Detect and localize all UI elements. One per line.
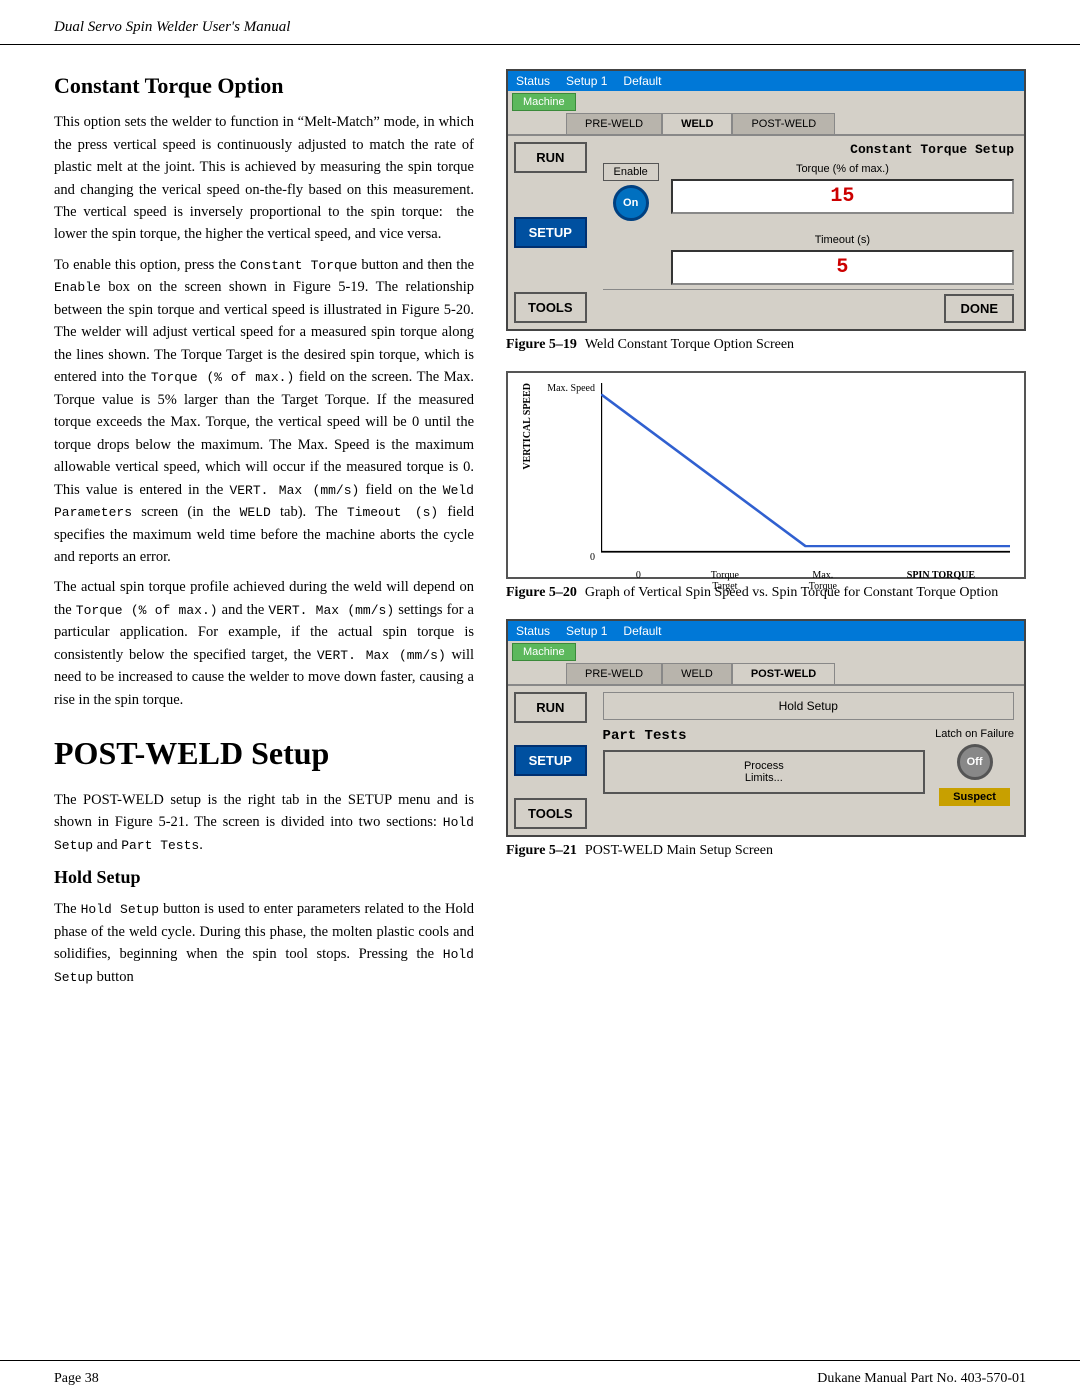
x-torque-target-label: TorqueTarget	[711, 570, 739, 592]
topbar-default: Default	[623, 74, 661, 88]
topbar21-default: Default	[623, 624, 661, 638]
machine-button[interactable]: Machine	[512, 93, 576, 111]
x-spin-torque-label: SPIN TORQUE	[907, 570, 975, 592]
topbar-setup: Setup 1	[566, 74, 607, 88]
constant-torque-para-2: To enable this option, press the Constan…	[54, 254, 474, 569]
screen-tabs: PRE-WELD WELD POST-WELD	[508, 113, 1024, 136]
hold-setup-para: The Hold Setup button is used to enter p…	[54, 898, 474, 988]
figure-21-caption: Figure 5–21 POST-WELD Main Setup Screen	[506, 843, 1026, 859]
run21-button[interactable]: RUN	[514, 692, 587, 723]
process-limits-button[interactable]: ProcessLimits...	[603, 750, 926, 794]
torque-value[interactable]: 15	[671, 179, 1014, 214]
topbar-status: Status	[516, 74, 550, 88]
suspect-badge: Suspect	[939, 788, 1010, 806]
screen21-main: Hold Setup Part Tests ProcessLimits...	[593, 686, 1024, 835]
left-nav-buttons: RUN SETUP TOOLS	[508, 136, 593, 329]
y-zero-label: 0	[590, 552, 595, 563]
tab21-preweld[interactable]: PRE-WELD	[566, 663, 662, 684]
y-labels: Max. Speed 0	[541, 383, 601, 563]
latch-label: Latch on Failure	[935, 728, 1014, 740]
constant-torque-para-3: The actual spin torque profile achieved …	[54, 576, 474, 711]
figure-21-container: Status Setup 1 Default Machine PRE-WELD …	[506, 619, 1026, 859]
x-zero-label: 0	[636, 570, 641, 592]
left-column: Constant Torque Option This option sets …	[54, 69, 474, 996]
fig19-num: Figure 5–19	[506, 337, 577, 353]
enable-circle[interactable]: On	[613, 185, 649, 221]
footer-right: Dukane Manual Part No. 403-570-01	[817, 1371, 1026, 1387]
y-axis-section: VERTICAL SPEED	[522, 383, 541, 563]
figure-20-container: VERTICAL SPEED Max. Speed 0	[506, 371, 1026, 601]
enable-box: Enable On	[603, 163, 659, 221]
x-max-torque-label: Max.Torque	[809, 570, 837, 592]
y-axis-title: VERTICAL SPEED	[522, 383, 533, 470]
chart-area: VERTICAL SPEED Max. Speed 0	[522, 383, 1010, 563]
chart-plot: 0 TorqueTarget Max.Torque SPIN TORQUE	[601, 383, 1010, 563]
latch-section: Latch on Failure Off Suspect	[935, 728, 1014, 806]
figure-19-container: Status Setup 1 Default Machine PRE-WELD …	[506, 69, 1026, 353]
part-tests-section: Part Tests ProcessLimits... Latch on Fai…	[603, 728, 1014, 806]
x-labels: 0 TorqueTarget Max.Torque SPIN TORQUE	[601, 570, 1010, 592]
screen-title: Constant Torque Setup	[603, 142, 1014, 157]
fig21-text: POST-WELD Main Setup Screen	[585, 843, 773, 859]
tab21-weld[interactable]: WELD	[662, 663, 732, 684]
latch-circle[interactable]: Off	[957, 744, 993, 780]
hold-setup-button[interactable]: Hold Setup	[603, 692, 1014, 720]
done-button[interactable]: DONE	[944, 294, 1014, 323]
page-header: Dual Servo Spin Welder User's Manual	[0, 0, 1080, 45]
screen21-topbar: Status Setup 1 Default	[508, 621, 1024, 641]
fig20-num: Figure 5–20	[506, 585, 577, 601]
left21-nav-buttons: RUN SETUP TOOLS	[508, 686, 593, 835]
figure-19-screen: Status Setup 1 Default Machine PRE-WELD …	[506, 69, 1026, 331]
screen21-body-area: RUN SETUP TOOLS Hold Setup Part T	[508, 686, 1024, 835]
right-column: Status Setup 1 Default Machine PRE-WELD …	[506, 69, 1026, 996]
y-max-label: Max. Speed	[547, 383, 595, 394]
hold-setup-heading: Hold Setup	[54, 864, 474, 892]
screen21-tabs: PRE-WELD WELD POST-WELD	[508, 663, 1024, 686]
screen-body-area: RUN SETUP TOOLS Constant Torque Setup En…	[508, 136, 1024, 329]
figure-20-chart: VERTICAL SPEED Max. Speed 0	[506, 371, 1026, 579]
machine21-button[interactable]: Machine	[512, 643, 576, 661]
enable-label[interactable]: Enable	[603, 163, 659, 181]
tab-weld[interactable]: WELD	[662, 113, 732, 134]
chart-svg	[601, 383, 1010, 563]
constant-torque-para-1: This option sets the welder to function …	[54, 111, 474, 246]
topbar21-setup: Setup 1	[566, 624, 607, 638]
page-footer: Page 38 Dukane Manual Part No. 403-570-0…	[0, 1360, 1080, 1397]
setup-button[interactable]: SETUP	[514, 217, 587, 248]
footer-left: Page 38	[54, 1371, 99, 1387]
post-weld-heading: POST-WELD Setup	[54, 729, 474, 779]
setup21-button[interactable]: SETUP	[514, 745, 587, 776]
constant-torque-heading: Constant Torque Option	[54, 69, 474, 103]
torque-label: Torque (% of max.)	[671, 163, 1014, 175]
post-weld-para-1: The POST-WELD setup is the right tab in …	[54, 789, 474, 856]
screen-content: Enable On Torque (% of max.) 15 Timeout …	[603, 163, 1014, 285]
header-text: Dual Servo Spin Welder User's Manual	[54, 19, 290, 35]
tab-postweld[interactable]: POST-WELD	[732, 113, 835, 134]
part-tests-title: Part Tests	[603, 728, 926, 744]
part-tests-left: Part Tests ProcessLimits...	[603, 728, 926, 794]
fig21-num: Figure 5–21	[506, 843, 577, 859]
tab-preweld[interactable]: PRE-WELD	[566, 113, 662, 134]
fig19-text: Weld Constant Torque Option Screen	[585, 337, 794, 353]
timeout-label: Timeout (s)	[671, 234, 1014, 246]
tools21-button[interactable]: TOOLS	[514, 798, 587, 829]
figure-19-caption: Figure 5–19 Weld Constant Torque Option …	[506, 337, 1026, 353]
screen-main: Constant Torque Setup Enable On Torque (…	[593, 136, 1024, 329]
torque-field: Torque (% of max.) 15 Timeout (s) 5	[671, 163, 1014, 285]
timeout-value[interactable]: 5	[671, 250, 1014, 285]
topbar21-status: Status	[516, 624, 550, 638]
figure-21-screen: Status Setup 1 Default Machine PRE-WELD …	[506, 619, 1026, 837]
screen-bottom-bar: DONE	[603, 289, 1014, 323]
run-button[interactable]: RUN	[514, 142, 587, 173]
tab21-postweld[interactable]: POST-WELD	[732, 663, 835, 684]
screen-topbar: Status Setup 1 Default	[508, 71, 1024, 91]
tools-button[interactable]: TOOLS	[514, 292, 587, 323]
